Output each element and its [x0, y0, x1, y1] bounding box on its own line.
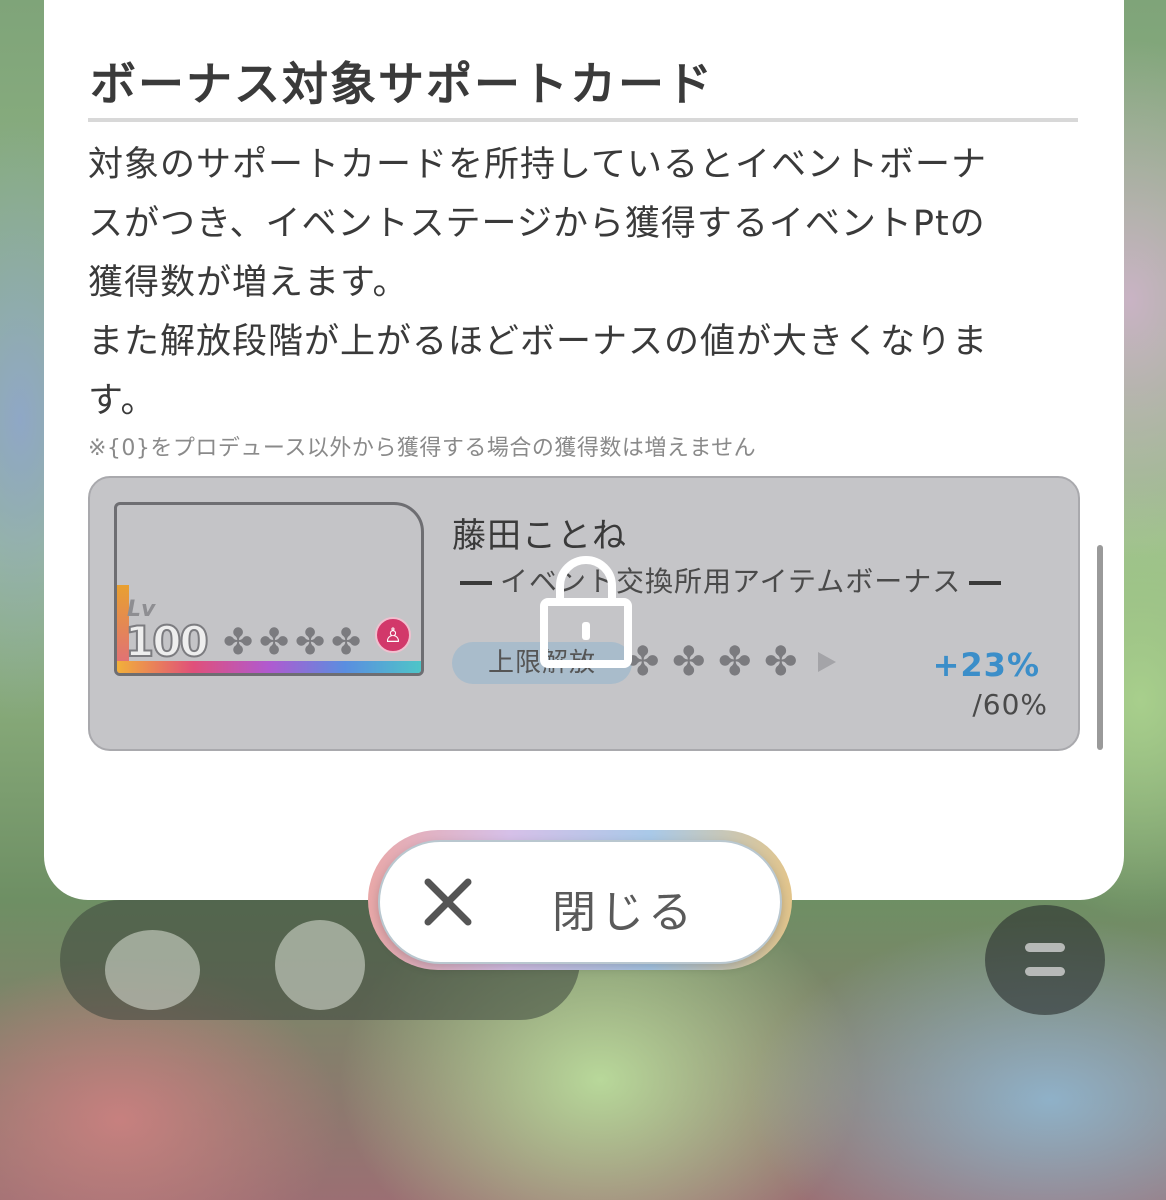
close-button[interactable]: 閉じる [378, 840, 782, 964]
clover-icon: ✤ [259, 622, 290, 663]
dash-right [969, 581, 1002, 585]
rarity-stripe [117, 661, 421, 673]
dialog-scrollbar[interactable] [1097, 545, 1103, 750]
background-menu-icon [985, 905, 1105, 1015]
support-card-item[interactable]: Lv 100 ✤ ✤ ✤ ✤ ♙ 藤田ことね イベント交換所用アイテムボーナス … [88, 476, 1080, 751]
clover-icon: ✤ [223, 622, 254, 663]
clover-icon: ✤ [764, 639, 798, 685]
clover-icon: ✤ [718, 639, 752, 685]
bonus-current-value: +23% [932, 646, 1040, 684]
close-icon [424, 878, 472, 926]
dialog-title: ボーナス対象サポートカード [90, 57, 714, 111]
dialog-description: 対象のサポートカードを所持しているとイベントボーナ スがつき、イベントステージか… [88, 136, 1068, 431]
clover-icon: ✤ [672, 639, 706, 685]
description-line: スがつき、イベントステージから獲得するイベントPtの [88, 204, 986, 244]
dash-left [460, 581, 492, 585]
microphone-icon: ♙ [375, 617, 411, 653]
clover-icon: ✤ [331, 622, 362, 663]
bonus-max-value: /60% [972, 688, 1048, 721]
description-line: 獲得数が増えます。 [88, 263, 409, 303]
title-divider [88, 118, 1078, 122]
description-line: また解放段階が上がるほどボーナスの値が大きくなりま [88, 322, 989, 362]
description-line: 対象のサポートカードを所持しているとイベントボーナ [88, 145, 987, 185]
dialog-note: ※{0}をプロデュース以外から獲得する場合の獲得数は増えません [88, 436, 757, 461]
description-line: す。 [88, 381, 157, 421]
background-home-icon [105, 930, 200, 1010]
next-arrow-icon [818, 652, 836, 672]
lock-icon [540, 556, 632, 668]
background-character-icon [275, 920, 365, 1010]
clover-icon: ✤ [295, 622, 326, 663]
card-character-name: 藤田ことね [452, 516, 627, 556]
support-card-thumbnail: Lv 100 ✤ ✤ ✤ ✤ ♙ [114, 502, 424, 676]
close-button-label: 閉じる [552, 887, 696, 938]
level-value: 100 [124, 616, 210, 667]
